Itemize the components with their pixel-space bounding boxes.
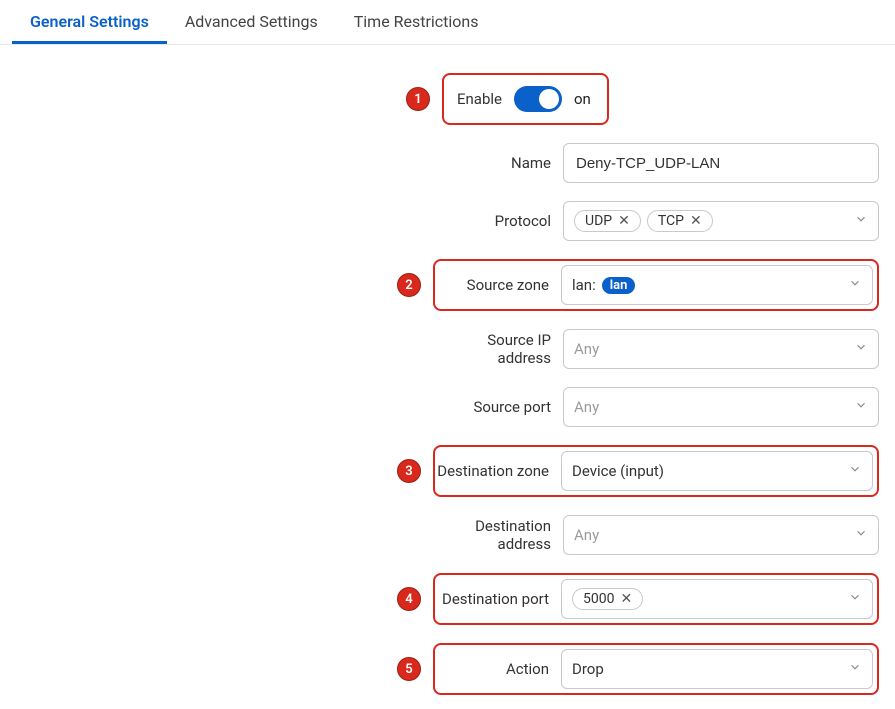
annotation-marker-3: 3 bbox=[397, 459, 421, 483]
destination-address-label: Destination address bbox=[431, 515, 563, 555]
action-value: Drop bbox=[572, 660, 604, 678]
source-port-select[interactable]: Any bbox=[563, 387, 879, 427]
source-zone-label: Source zone bbox=[435, 276, 561, 294]
tabs-bar: General Settings Advanced Settings Time … bbox=[0, 0, 895, 45]
destination-zone-value: Device (input) bbox=[572, 462, 664, 480]
chevron-down-icon bbox=[848, 462, 862, 480]
chevron-down-icon bbox=[848, 590, 862, 608]
close-icon[interactable]: ✕ bbox=[690, 214, 702, 228]
destination-port-chip[interactable]: 5000 ✕ bbox=[572, 588, 643, 610]
annotation-marker-4: 4 bbox=[397, 587, 421, 611]
destination-zone-select[interactable]: Device (input) bbox=[561, 451, 873, 491]
destination-address-placeholder: Any bbox=[574, 526, 599, 544]
source-port-label: Source port bbox=[431, 387, 563, 427]
source-zone-prefix: lan: bbox=[572, 276, 596, 294]
action-label: Action bbox=[435, 660, 561, 678]
destination-port-label: Destination port bbox=[435, 590, 561, 608]
protocol-label: Protocol bbox=[431, 201, 563, 241]
source-ip-label: Source IP address bbox=[431, 329, 563, 369]
source-ip-placeholder: Any bbox=[574, 340, 599, 358]
chevron-down-icon bbox=[854, 526, 868, 544]
protocol-chip-udp[interactable]: UDP ✕ bbox=[574, 210, 641, 232]
source-zone-pill: lan bbox=[602, 277, 636, 294]
annotation-marker-1: 1 bbox=[406, 87, 430, 111]
source-port-placeholder: Any bbox=[574, 398, 599, 416]
tab-advanced-settings[interactable]: Advanced Settings bbox=[167, 0, 336, 44]
chevron-down-icon bbox=[848, 660, 862, 678]
protocol-select[interactable]: UDP ✕ TCP ✕ bbox=[563, 201, 879, 241]
name-label: Name bbox=[431, 143, 563, 183]
chevron-down-icon bbox=[854, 398, 868, 416]
action-select[interactable]: Drop bbox=[561, 649, 873, 689]
source-ip-select[interactable]: Any bbox=[563, 329, 879, 369]
annotation-marker-5: 5 bbox=[397, 657, 421, 681]
chevron-down-icon bbox=[848, 276, 862, 294]
destination-zone-label: Destination zone bbox=[435, 462, 561, 480]
close-icon[interactable]: ✕ bbox=[620, 592, 632, 606]
close-icon[interactable]: ✕ bbox=[618, 214, 630, 228]
form-general-settings: 1 Enable on Name Protocol U bbox=[0, 45, 895, 709]
tab-general-settings[interactable]: General Settings bbox=[12, 0, 167, 44]
chip-label: TCP bbox=[658, 213, 684, 229]
annotation-marker-2: 2 bbox=[397, 273, 421, 297]
chip-label: UDP bbox=[585, 213, 612, 229]
enable-toggle[interactable] bbox=[514, 86, 562, 112]
chevron-down-icon bbox=[854, 212, 868, 230]
enable-state-text: on bbox=[574, 90, 591, 108]
protocol-chip-tcp[interactable]: TCP ✕ bbox=[647, 210, 713, 232]
source-zone-select[interactable]: lan: lan bbox=[561, 265, 873, 305]
destination-address-select[interactable]: Any bbox=[563, 515, 879, 555]
chevron-down-icon bbox=[854, 340, 868, 358]
destination-port-select[interactable]: 5000 ✕ bbox=[561, 579, 873, 619]
name-input[interactable] bbox=[563, 143, 879, 183]
tab-time-restrictions[interactable]: Time Restrictions bbox=[336, 0, 497, 44]
chip-label: 5000 bbox=[583, 591, 614, 607]
enable-label: Enable bbox=[444, 90, 514, 108]
